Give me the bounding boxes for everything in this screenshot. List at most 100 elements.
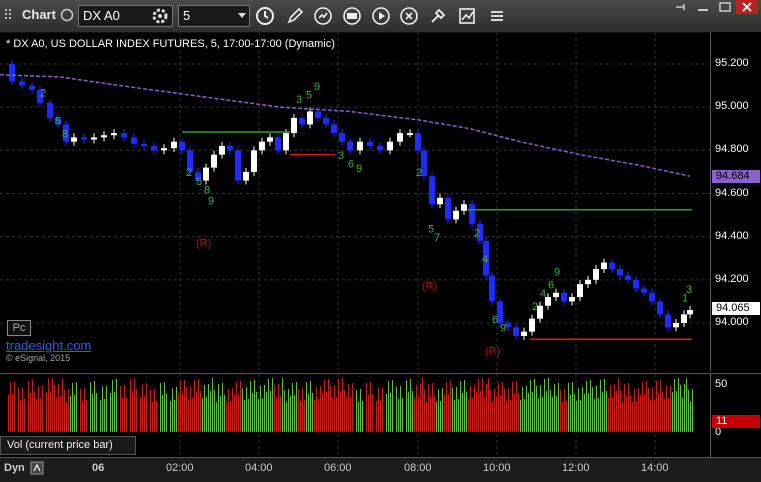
volume-bar xyxy=(596,386,597,432)
volume-bar xyxy=(28,381,29,432)
minimize-icon[interactable] xyxy=(692,0,714,14)
volume-tick-50: 50 xyxy=(715,378,728,390)
volume-bar xyxy=(556,396,557,432)
volume-bar xyxy=(482,385,483,432)
volume-bar xyxy=(588,393,589,432)
moving-average-line xyxy=(0,74,691,177)
volume-bar xyxy=(346,397,347,432)
candle-body xyxy=(357,141,363,151)
volume-bar xyxy=(488,378,489,432)
volume-bar xyxy=(446,382,447,432)
close-circle-icon[interactable] xyxy=(398,5,420,27)
volume-bar xyxy=(134,378,135,432)
volume-bar xyxy=(610,385,611,432)
close-icon[interactable] xyxy=(736,0,758,14)
count-label: 4 xyxy=(482,254,488,266)
candle-body xyxy=(489,275,495,302)
volume-bar xyxy=(50,391,51,432)
volume-bar xyxy=(238,394,239,432)
volume-bar xyxy=(260,386,261,432)
candle-body xyxy=(633,279,639,289)
volume-bar xyxy=(534,379,535,432)
volume-bar xyxy=(644,394,645,432)
candle-body xyxy=(453,210,459,220)
volume-bar xyxy=(564,389,565,432)
volume-bar xyxy=(658,393,659,432)
candle-body xyxy=(81,137,87,140)
volume-bar xyxy=(548,378,549,432)
volume-bar xyxy=(380,400,381,432)
zoom-icon[interactable] xyxy=(30,461,44,475)
candle-body xyxy=(521,331,527,336)
volume-bar xyxy=(110,393,111,432)
volume-bar xyxy=(324,380,325,432)
volume-bar xyxy=(620,390,621,432)
candle-body xyxy=(323,117,329,125)
candle-body xyxy=(259,141,265,151)
dynamic-mode-label[interactable]: Dyn xyxy=(4,462,25,474)
report-icon[interactable] xyxy=(341,5,363,27)
volume-bar xyxy=(546,391,547,432)
volume-bar xyxy=(210,391,211,432)
volume-bar xyxy=(76,382,77,432)
volume-bar xyxy=(82,401,83,432)
volume-bar xyxy=(560,390,561,432)
candle-body xyxy=(469,204,475,224)
volume-bar xyxy=(216,402,217,432)
volume-bar xyxy=(244,400,245,432)
volume-bar xyxy=(224,395,225,432)
volume-bar xyxy=(526,386,527,432)
candle-body xyxy=(29,85,35,90)
interval-select[interactable]: 5 xyxy=(178,5,250,27)
watermark-link[interactable]: tradesight.com xyxy=(6,338,91,353)
volume-bar xyxy=(46,392,47,432)
refresh-icon[interactable] xyxy=(312,5,334,27)
volume-bar xyxy=(390,393,391,432)
volume-bar xyxy=(60,396,61,432)
tools-icon[interactable] xyxy=(427,5,449,27)
volume-bar xyxy=(102,387,103,432)
volume-bar xyxy=(104,399,105,432)
candle-body xyxy=(179,141,185,151)
count-label: 6 xyxy=(548,279,554,291)
link-circle-icon[interactable] xyxy=(60,8,74,22)
chart-type-icon[interactable] xyxy=(456,5,478,27)
volume-bar xyxy=(242,388,243,432)
volume-bar xyxy=(616,391,617,432)
chart-toolbar: Chart DX A0 5 xyxy=(0,0,761,33)
volume-study-label[interactable]: Vol (current price bar) xyxy=(0,436,136,455)
chevron-down-icon xyxy=(238,13,246,18)
count-label: 8 xyxy=(62,128,68,140)
count-label: 4 xyxy=(540,288,546,300)
time-axis[interactable]: Dyn 06 02:00 04:00 06:00 08:00 10:00 12:… xyxy=(0,457,761,482)
play-icon[interactable] xyxy=(370,5,392,27)
price-axis[interactable]: 95.200 95.000 94.800 94.600 94.400 94.200 94.0… xyxy=(710,32,761,372)
volume-bar xyxy=(362,401,363,432)
pencil-icon[interactable] xyxy=(284,5,306,27)
candle-body xyxy=(9,64,15,82)
volume-bar xyxy=(454,400,455,432)
candle-body xyxy=(283,133,289,151)
clock-icon[interactable] xyxy=(254,5,276,27)
symbol-settings-icon[interactable] xyxy=(150,6,170,26)
candle-body xyxy=(529,318,535,332)
volume-bar xyxy=(544,379,545,432)
volume-bar xyxy=(320,386,321,432)
menu-icon[interactable] xyxy=(486,5,508,27)
price-tick-label: 94.800 xyxy=(715,143,749,156)
volume-bar xyxy=(256,392,257,432)
volume-bar xyxy=(456,387,457,432)
study-title: * DX A0, US DOLLAR INDEX FUTURES, 5, 17:… xyxy=(6,38,335,50)
candle-body xyxy=(397,133,403,142)
count-label: 9 xyxy=(554,267,560,279)
volume-bar xyxy=(20,400,21,432)
volume-bar xyxy=(174,400,175,432)
volume-bar xyxy=(654,399,655,432)
maximize-icon[interactable] xyxy=(714,0,736,14)
volume-bar xyxy=(688,390,689,432)
pin-icon[interactable] xyxy=(670,0,692,14)
volume-bar xyxy=(372,394,373,432)
price-chart[interactable]: 25825893 5936 9 257 2469246913(R)(R)(R) xyxy=(0,32,710,372)
pc-button[interactable]: Pc xyxy=(7,320,31,336)
candle-body xyxy=(101,135,107,138)
